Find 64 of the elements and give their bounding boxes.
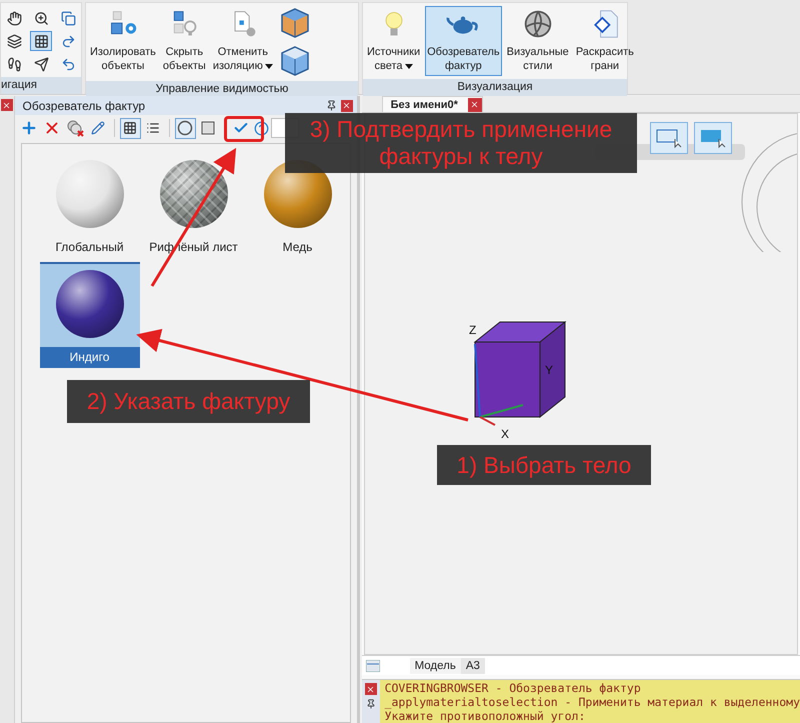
grid-icon xyxy=(123,121,138,135)
plus-icon xyxy=(20,119,38,137)
close-button[interactable] xyxy=(340,100,353,112)
ribbon-button[interactable]: Визуальные стили xyxy=(504,6,571,76)
close-button[interactable] xyxy=(468,98,482,112)
ribbon-button[interactable]: Отменить изоляцию xyxy=(210,6,275,76)
material-name: Глобальный xyxy=(54,239,125,256)
ribbon-button[interactable]: Скрыть объекты xyxy=(160,6,208,76)
ribbon-button[interactable]: Обозреватель фактур xyxy=(425,6,502,76)
close-icon xyxy=(366,684,376,694)
panel-title: Обозреватель фактур xyxy=(22,98,146,112)
redo-arrow-icon xyxy=(60,34,76,48)
layout-tab[interactable]: Модель xyxy=(410,658,461,674)
tooltip-text: 2) Указать фактуру xyxy=(86,388,290,415)
tooltip-text: 3) Подтвердить применение xyxy=(310,116,612,143)
highlight-frame xyxy=(224,116,264,142)
layers-icon xyxy=(6,34,22,48)
zoom-icon xyxy=(34,10,48,26)
navigation-tool-button[interactable] xyxy=(30,31,52,51)
close-icon xyxy=(342,101,352,110)
command-history-line: COVERINGBROWSER - Обозреватель фактур xyxy=(384,681,642,695)
ribbon-group-title: Визуализация xyxy=(363,79,627,96)
tooltip-text: фактуры к телу xyxy=(379,143,543,170)
pin-icon[interactable] xyxy=(366,699,376,709)
square-icon xyxy=(201,121,216,135)
tooltip-text: 1) Выбрать тело xyxy=(456,452,632,478)
pin-icon[interactable] xyxy=(326,100,337,110)
material-name: Медь xyxy=(282,239,314,256)
axis-label: Z xyxy=(468,323,476,337)
grid-view-button[interactable] xyxy=(120,118,141,138)
hand-icon xyxy=(6,10,22,26)
undo-arrow-icon xyxy=(60,56,76,72)
window-select-button[interactable] xyxy=(650,122,688,154)
ribbon-button[interactable]: Источники света xyxy=(365,6,422,76)
circle-icon xyxy=(177,120,194,136)
list-icon xyxy=(146,121,160,135)
spheres-remove-icon xyxy=(66,119,84,137)
document-tab[interactable]: Без имени0* xyxy=(382,96,483,112)
axis-label: Y xyxy=(544,363,553,377)
remove-material-button[interactable] xyxy=(64,118,86,138)
material-name: Индиго xyxy=(40,347,140,368)
paper-plane-icon xyxy=(34,56,48,72)
ribbon-button[interactable]: Раскрасить грани xyxy=(574,6,636,76)
close-button[interactable] xyxy=(0,99,13,111)
filled-rectangle-icon xyxy=(698,127,727,149)
axis-label: X xyxy=(500,427,509,441)
windows-icon xyxy=(60,10,76,26)
help-icon[interactable] xyxy=(254,120,269,136)
close-icon xyxy=(2,100,12,110)
ribbon-button[interactable]: Изолировать объекты xyxy=(88,6,158,76)
command-history-line: Укажите противоположный угол: xyxy=(384,709,586,723)
close-icon xyxy=(470,100,480,109)
material-tile[interactable]: Глобальный xyxy=(40,152,140,258)
selection-rectangle-icon xyxy=(654,127,683,149)
ribbon-group-title: игация xyxy=(1,77,81,94)
material-tile[interactable]: Индиго xyxy=(40,262,140,368)
grid-icon xyxy=(34,34,48,48)
layout-tab[interactable]: А3 xyxy=(460,658,485,674)
footprints-icon xyxy=(6,56,22,72)
close-button[interactable] xyxy=(364,683,377,695)
command-history-line: _applymaterialtoselection - Применить материал к выделенному xyxy=(384,695,800,709)
sphere-preview-button[interactable] xyxy=(174,118,196,138)
pencil-icon xyxy=(91,121,106,135)
layout-menu-icon[interactable] xyxy=(366,660,380,672)
